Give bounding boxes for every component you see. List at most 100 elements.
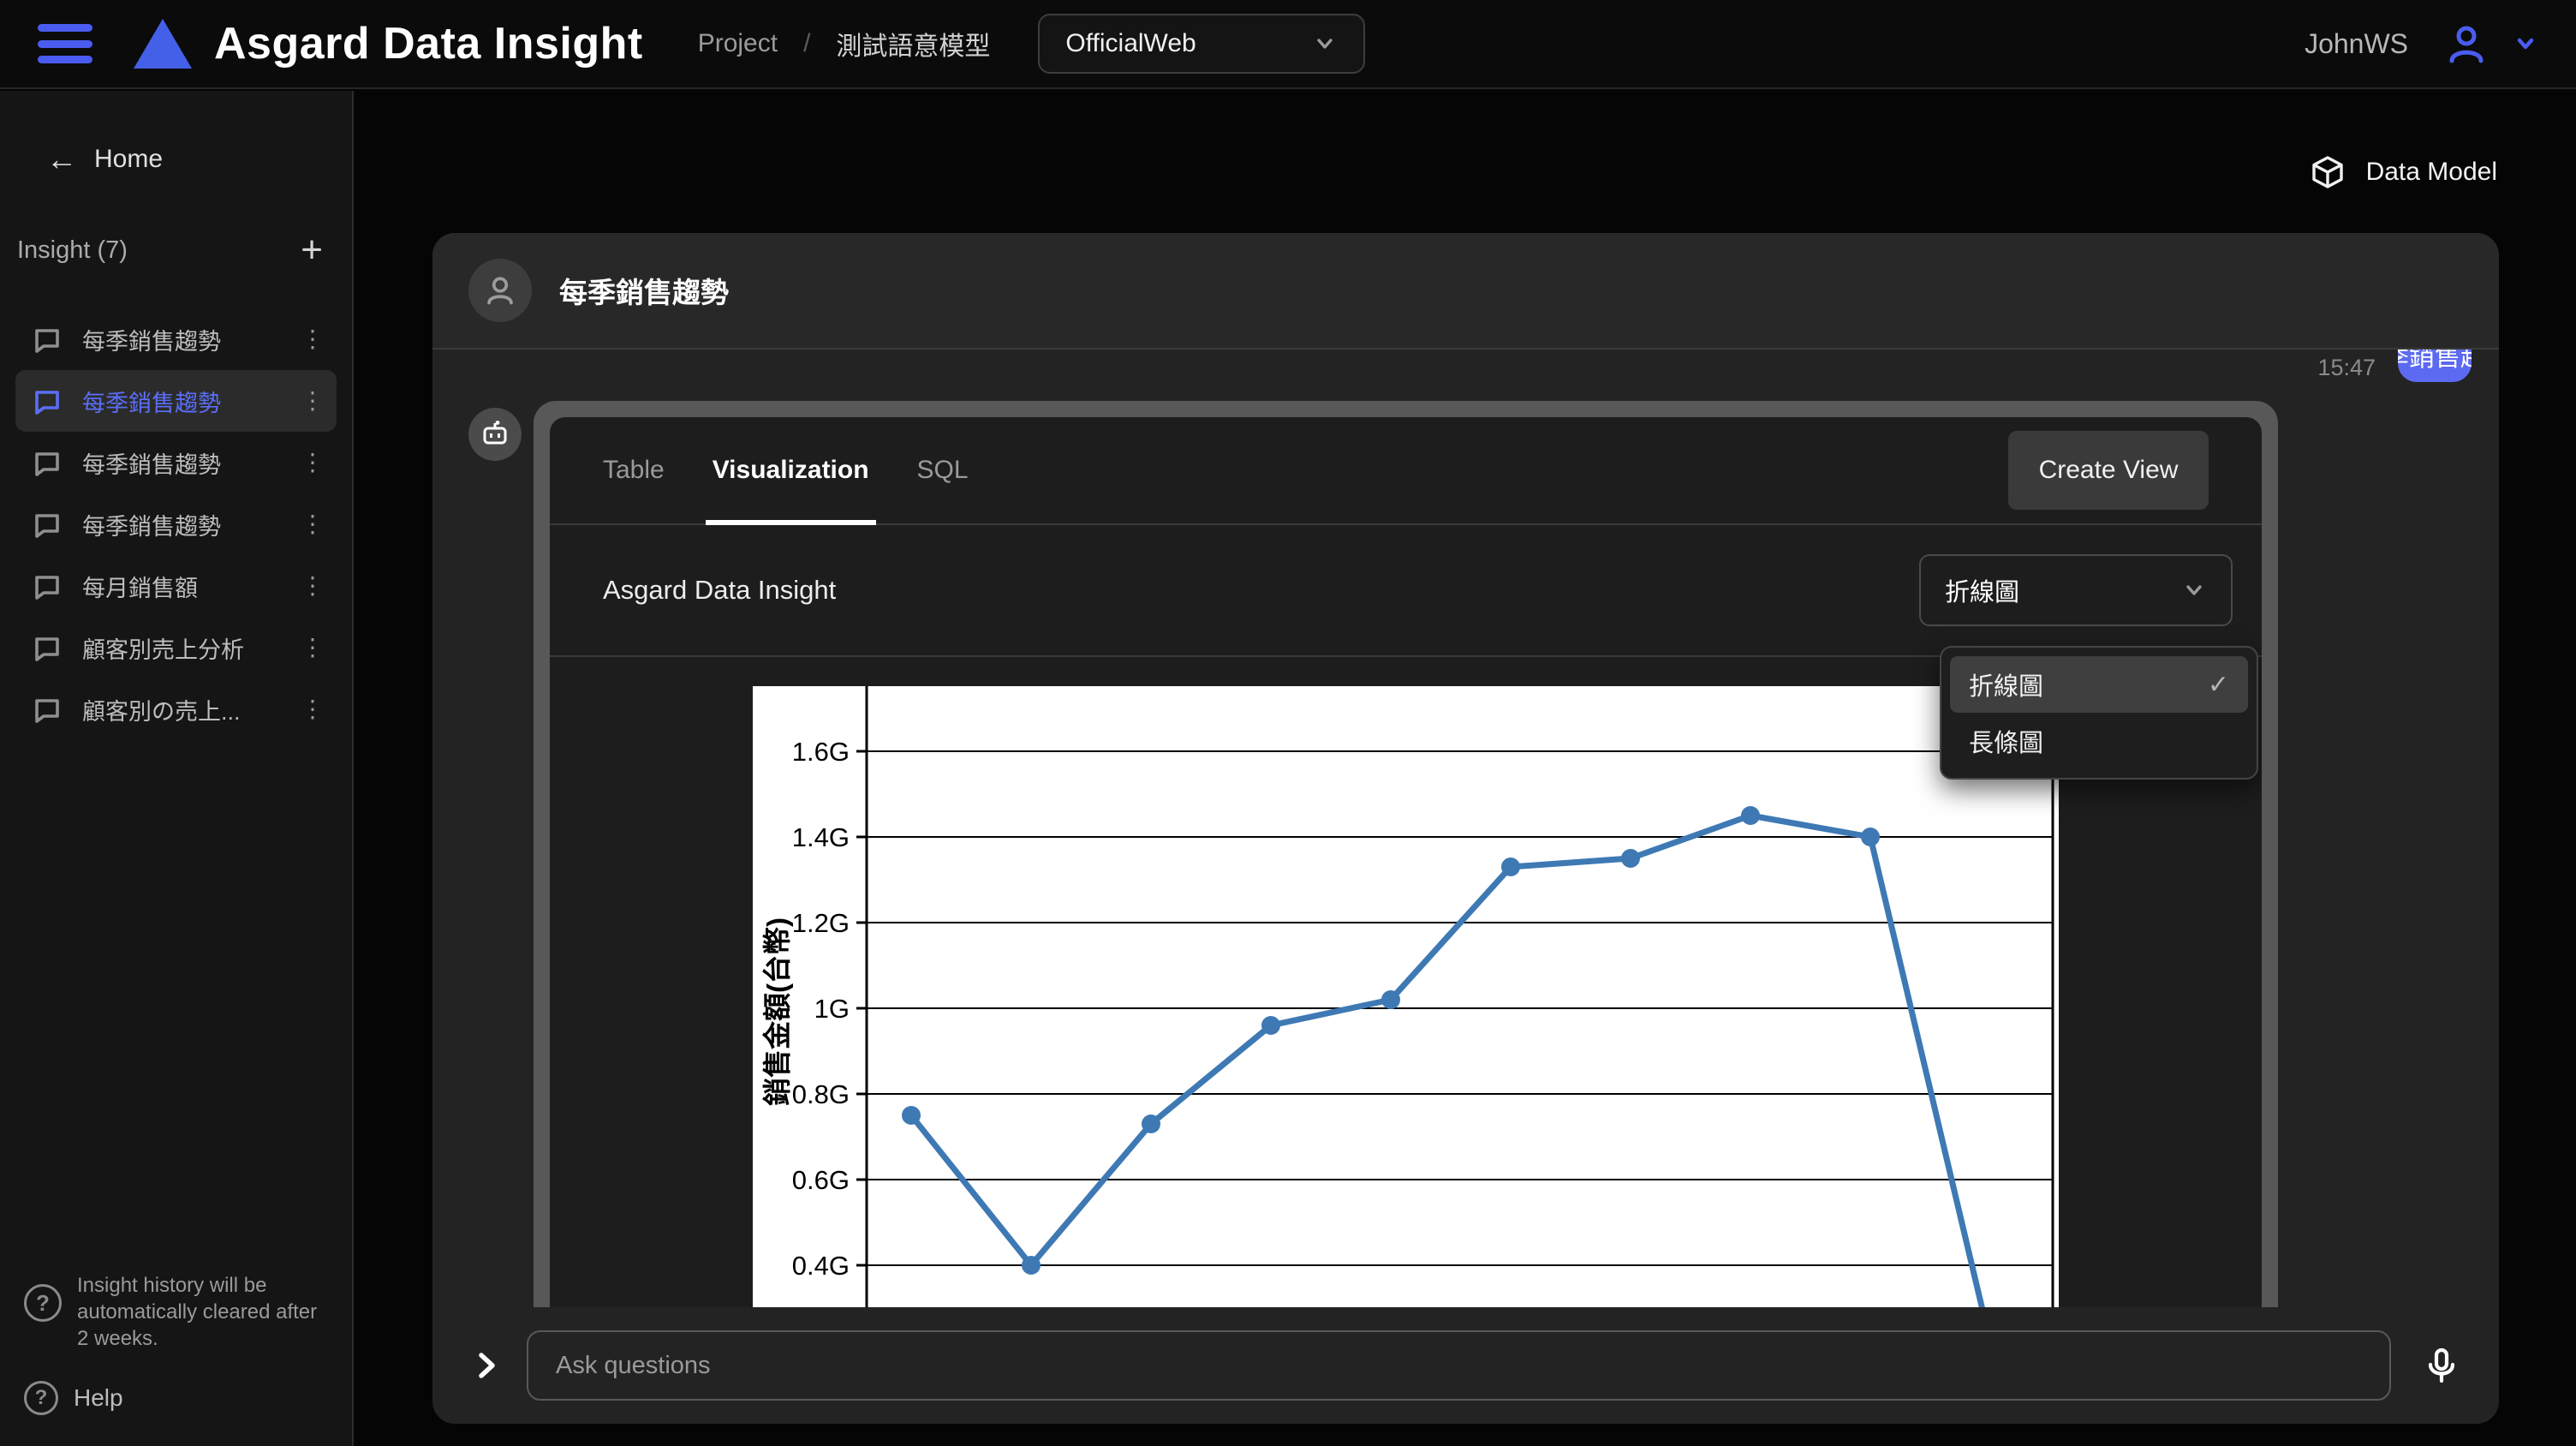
sidebar-insight-item[interactable]: 每季銷售趨勢 ⋮ xyxy=(15,493,337,555)
data-model-button[interactable]: Data Model xyxy=(2310,154,2497,190)
kebab-menu-icon[interactable]: ⋮ xyxy=(301,451,325,475)
breadcrumb-separator: / xyxy=(803,29,810,58)
svg-text:1.6G: 1.6G xyxy=(792,737,850,767)
result-card-frame: Table Visualization SQL Create View Asga… xyxy=(534,401,2278,1307)
breadcrumb-project[interactable]: Project xyxy=(698,29,778,58)
help-label: Help xyxy=(74,1384,123,1412)
user-avatar-icon[interactable] xyxy=(2444,21,2489,66)
svg-text:0.6G: 0.6G xyxy=(792,1165,850,1195)
chat-panel: 每季銷售趨勢 15:47 每季銷售趨勢 xyxy=(432,233,2499,1424)
assistant-avatar xyxy=(468,408,522,461)
history-note-row: ? Insight history will be automatically … xyxy=(0,1272,352,1352)
sidebar-insight-item[interactable]: 每季銷售趨勢 ⋮ xyxy=(15,432,337,493)
menu-option-label: 折線圖 xyxy=(1969,666,2043,702)
chat-scroll-area[interactable]: 15:47 每季銷售趨勢 xyxy=(432,350,2499,1307)
sidebar: ← Home Insight (7) + 每季銷售趨勢 ⋮ 每季銷售趨勢 ⋮ 每季銷售趨… xyxy=(0,91,354,1446)
chat-avatar xyxy=(468,259,532,322)
chevron-down-icon xyxy=(2181,577,2207,603)
user-name: JohnWS xyxy=(2305,28,2408,60)
help-button[interactable]: ? Help xyxy=(0,1381,352,1415)
menu-option-bar-chart[interactable]: 長條圖 xyxy=(1950,713,2248,769)
kebab-menu-icon[interactable]: ⋮ xyxy=(301,389,325,413)
insight-item-label: 顧客別の売上... xyxy=(82,693,241,726)
top-bar: Asgard Data Insight Project / 測試語意模型 Off… xyxy=(0,0,2576,89)
robot-icon xyxy=(480,419,510,450)
sidebar-insight-item[interactable]: 每季銷售趨勢 ⋮ xyxy=(15,370,337,432)
project-select[interactable]: OfficialWeb xyxy=(1038,14,1365,74)
result-card: Table Visualization SQL Create View Asga… xyxy=(550,417,2262,1307)
tab-sql[interactable]: SQL xyxy=(917,417,969,523)
svg-text:1.2G: 1.2G xyxy=(792,908,850,938)
composer-bar xyxy=(432,1307,2499,1424)
add-insight-button[interactable]: + xyxy=(301,231,323,269)
breadcrumb-current[interactable]: 測試語意模型 xyxy=(836,25,990,63)
user-message-text: 每季銷售趨勢 xyxy=(2398,350,2472,373)
back-arrow-icon: ← xyxy=(46,144,77,175)
sidebar-footer: ? Insight history will be automatically … xyxy=(0,1272,352,1415)
kebab-menu-icon[interactable]: ⋮ xyxy=(301,327,325,351)
tab-visualization[interactable]: Visualization xyxy=(713,417,869,523)
insight-item-label: 每季銷售趨勢 xyxy=(82,508,221,541)
menu-option-label: 長條圖 xyxy=(1969,723,2043,759)
chat-bubble-icon xyxy=(33,448,62,477)
assistant-message-row: Table Visualization SQL Create View Asga… xyxy=(468,401,2278,1307)
insight-item-label: 每季銷售趨勢 xyxy=(82,446,221,480)
insight-item-label: 每月銷售額 xyxy=(82,570,198,603)
home-button[interactable]: ← Home xyxy=(46,144,352,175)
insight-item-label: 每季銷售趨勢 xyxy=(82,385,221,418)
chart-type-menu: 折線圖 ✓ 長條圖 xyxy=(1940,646,2258,780)
app-title: Asgard Data Insight xyxy=(214,18,643,69)
svg-text:1.4G: 1.4G xyxy=(792,822,850,852)
tab-table[interactable]: Table xyxy=(603,417,665,523)
chat-bubble-icon xyxy=(33,386,62,415)
breadcrumb: Project / 測試語意模型 xyxy=(698,25,991,63)
sidebar-insight-item[interactable]: 每月銷售額 ⋮ xyxy=(15,555,337,617)
main-area: Data Model 每季銷售趨勢 15:47 每季銷售趨勢 xyxy=(355,91,2576,1446)
insight-item-label: 顧客別売上分析 xyxy=(82,631,244,665)
home-label: Home xyxy=(94,145,163,174)
chat-bubble-icon xyxy=(33,633,62,662)
sidebar-insight-item[interactable]: 顧客別の売上... ⋮ xyxy=(15,678,337,740)
microphone-icon[interactable] xyxy=(2422,1346,2461,1385)
message-timestamp: 15:47 xyxy=(2317,355,2376,381)
kebab-menu-icon[interactable]: ⋮ xyxy=(301,512,325,536)
chevron-down-icon xyxy=(1312,31,1338,57)
user-message-row: 15:47 每季銷售趨勢 xyxy=(2317,350,2499,382)
cube-icon xyxy=(2310,154,2346,190)
viz-title: Asgard Data Insight xyxy=(603,575,836,606)
line-chart: 1.6G1.4G1.2G1G0.8G0.6G0.4G銷售金額(台幣) xyxy=(753,686,2059,1307)
create-view-button[interactable]: Create View xyxy=(2008,431,2209,510)
chart-type-value: 折線圖 xyxy=(1945,572,2019,608)
kebab-menu-icon[interactable]: ⋮ xyxy=(301,636,325,660)
result-tabs: Table Visualization SQL Create View xyxy=(550,417,2262,525)
svg-text:0.4G: 0.4G xyxy=(792,1251,850,1281)
menu-option-line-chart[interactable]: 折線圖 ✓ xyxy=(1950,656,2248,713)
sidebar-insight-item[interactable]: 每季銷售趨勢⋮ xyxy=(15,308,337,370)
user-menu-chevron-icon[interactable] xyxy=(2513,31,2538,57)
chat-header: 每季銷售趨勢 xyxy=(432,233,2499,350)
check-icon: ✓ xyxy=(2208,670,2229,700)
app-logo-triangle-icon xyxy=(134,19,192,69)
project-select-value: OfficialWeb xyxy=(1065,29,1196,58)
help-question-icon: ? xyxy=(24,1381,58,1415)
chat-bubble-icon xyxy=(33,571,62,601)
top-bar-right: JohnWS xyxy=(2305,21,2538,66)
kebab-menu-icon[interactable]: ⋮ xyxy=(301,574,325,598)
ask-questions-input[interactable] xyxy=(527,1330,2391,1401)
chat-title: 每季銷售趨勢 xyxy=(559,270,729,311)
chevron-right-icon[interactable] xyxy=(470,1349,503,1382)
chat-bubble-icon xyxy=(33,695,62,724)
info-question-icon: ? xyxy=(24,1284,62,1322)
menu-icon[interactable] xyxy=(38,24,92,63)
insight-section-header: Insight (7) + xyxy=(17,231,323,269)
sidebar-insight-item[interactable]: 顧客別売上分析 ⋮ xyxy=(15,617,337,678)
data-model-label: Data Model xyxy=(2366,158,2497,187)
svg-text:銷售金額(台幣): 銷售金額(台幣) xyxy=(761,917,793,1106)
chat-bubble-icon xyxy=(33,510,62,539)
chart-type-select[interactable]: 折線圖 xyxy=(1919,554,2233,626)
chat-bubble-icon xyxy=(33,325,62,354)
kebab-menu-icon[interactable]: ⋮ xyxy=(301,697,325,721)
page: Asgard Data Insight Project / 測試語意模型 Off… xyxy=(0,0,2576,1446)
insight-list: 每季銷售趨勢⋮每季銷售趨勢⋮每季銷售趨勢⋮每季銷售趨勢⋮每月銷售額⋮顧客別売上分… xyxy=(0,308,352,740)
svg-text:1G: 1G xyxy=(814,994,850,1024)
